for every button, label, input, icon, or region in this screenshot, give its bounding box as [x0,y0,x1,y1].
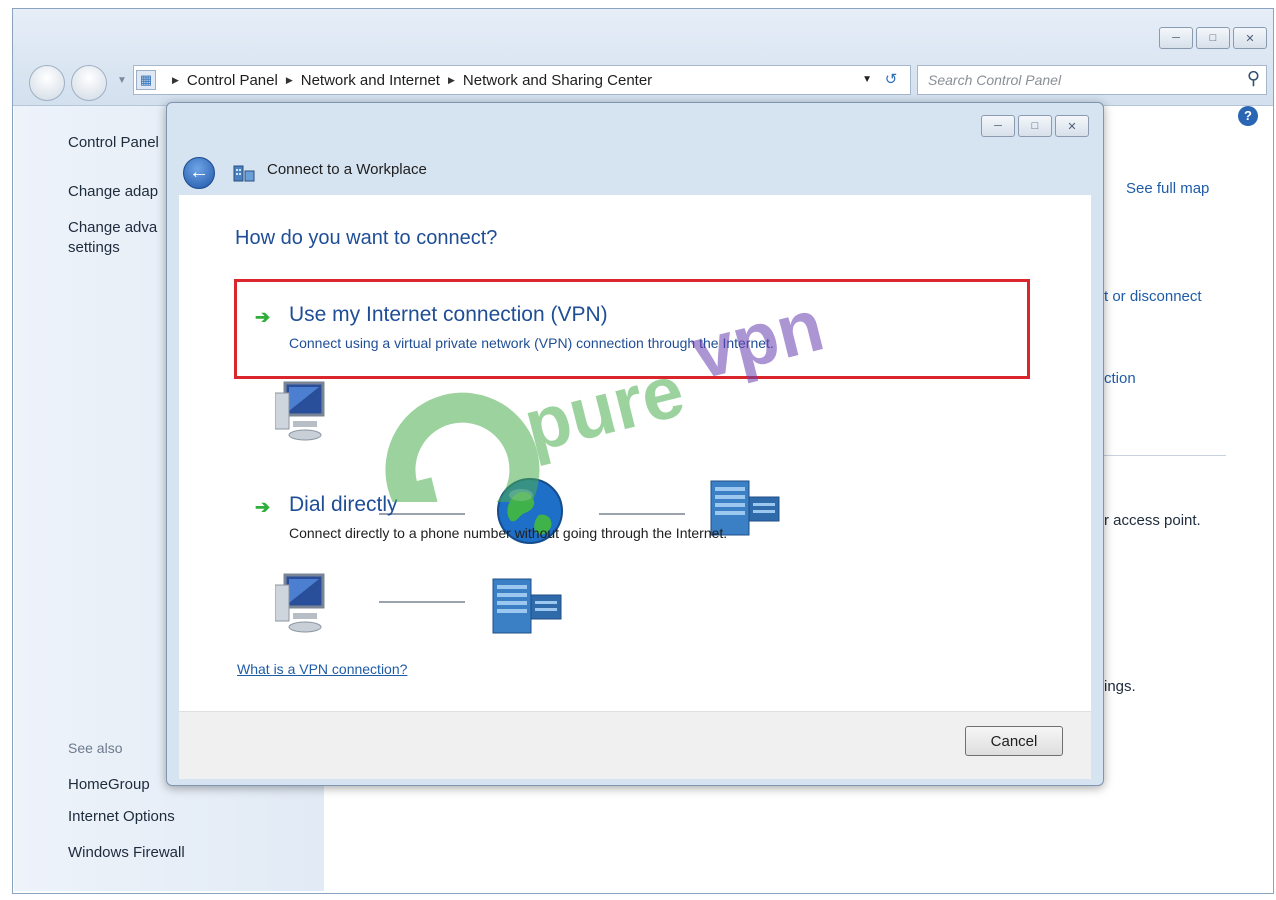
see-also-internet-options[interactable]: Internet Options [68,808,175,825]
connection-line [379,601,465,603]
vpn-option-title[interactable]: Use my Internet connection (VPN) [289,303,608,327]
see-full-map-link[interactable]: See full map [1126,180,1209,197]
address-dropdown-icon[interactable]: ▼ [862,74,872,85]
dialog-maximize-button[interactable]: □ [1018,115,1052,137]
breadcrumb-network-and-internet[interactable]: Network and Internet [301,72,440,89]
refresh-icon[interactable]: ↺ [878,69,904,91]
back-button[interactable] [29,65,65,101]
connect-question-heading: How do you want to connect? [235,227,498,249]
workplace-network-icon [233,165,255,182]
dialog-footer: Cancel [179,711,1091,779]
breadcrumb: ▶ Control Panel ▶ Network and Internet ▶… [164,66,652,94]
minimize-icon: ─ [994,120,1002,132]
network-icon: ▦ [136,70,156,90]
minimize-icon: ─ [1172,32,1180,44]
see-also-windows-firewall[interactable]: Windows Firewall [68,844,185,861]
connection-line [599,513,685,515]
green-arrow-icon: ➔ [255,307,271,327]
dialog-minimize-button[interactable]: ─ [981,115,1015,137]
maximize-button[interactable]: □ [1196,27,1230,49]
server-icon [492,578,562,634]
see-also-label: See also [68,740,123,756]
connection-link[interactable]: ction [1104,370,1136,387]
left-nav-control-panel[interactable]: Control Panel [68,134,159,151]
dial-option-description: Connect directly to a phone number witho… [289,525,728,541]
computer-icon [275,573,325,633]
what-is-vpn-link[interactable]: What is a VPN connection? [237,661,407,677]
explorer-window-buttons: ─ □ ✕ [1159,27,1267,49]
dial-option-title[interactable]: Dial directly [289,493,398,517]
address-bar[interactable]: ▦ ▶ Control Panel ▶ Network and Internet… [133,65,911,95]
search-placeholder: Search Control Panel [928,72,1062,88]
connect-to-workplace-dialog: ─ □ ✕ ← Connect to a Workplace How do yo… [166,102,1104,786]
dialog-content: How do you want to connect? ➔ Use my Int… [179,195,1091,711]
chevron-right-icon: ▶ [172,74,179,85]
maximize-icon: □ [1031,120,1039,132]
maximize-icon: □ [1209,32,1217,44]
dialog-title: Connect to a Workplace [267,161,427,178]
chevron-right-icon: ▶ [285,74,293,85]
help-icon[interactable]: ? [1238,106,1258,126]
vpn-option-description: Connect using a virtual private network … [289,335,774,351]
close-button[interactable]: ✕ [1233,27,1267,49]
breadcrumb-network-sharing-center[interactable]: Network and Sharing Center [463,72,652,89]
minimize-button[interactable]: ─ [1159,27,1193,49]
green-arrow-icon: ➔ [255,497,271,517]
settings-text: ings. [1104,678,1136,695]
explorer-chrome: ─ □ ✕ ▼ ▦ ▶ Control Panel ▶ Network and … [13,9,1273,106]
chevron-right-icon: ▶ [447,74,455,85]
breadcrumb-control-panel[interactable]: Control Panel [187,72,278,89]
cancel-button[interactable]: Cancel [965,726,1063,756]
computer-icon [275,381,325,441]
close-icon: ✕ [1245,32,1255,45]
access-point-text: r access point. [1104,512,1201,529]
search-input[interactable]: Search Control Panel ⚲ [917,65,1267,95]
recent-pages-dropdown-icon[interactable]: ▼ [117,75,127,86]
see-also-homegroup[interactable]: HomeGroup [68,776,150,793]
connect-disconnect-link[interactable]: t or disconnect [1104,288,1202,305]
right-pane-divider [1098,455,1226,456]
search-icon[interactable]: ⚲ [1247,68,1260,89]
left-nav-settings[interactable]: settings [68,239,120,256]
vpn-option-highlight [234,279,1030,379]
close-icon: ✕ [1067,120,1077,133]
dialog-close-button[interactable]: ✕ [1055,115,1089,137]
dialog-window-buttons: ─ □ ✕ [981,115,1089,137]
back-arrow-icon[interactable]: ← [183,157,215,189]
forward-button[interactable] [71,65,107,101]
left-nav-change-advanced[interactable]: Change adva [68,219,157,236]
left-nav-change-adapter[interactable]: Change adap [68,183,158,200]
